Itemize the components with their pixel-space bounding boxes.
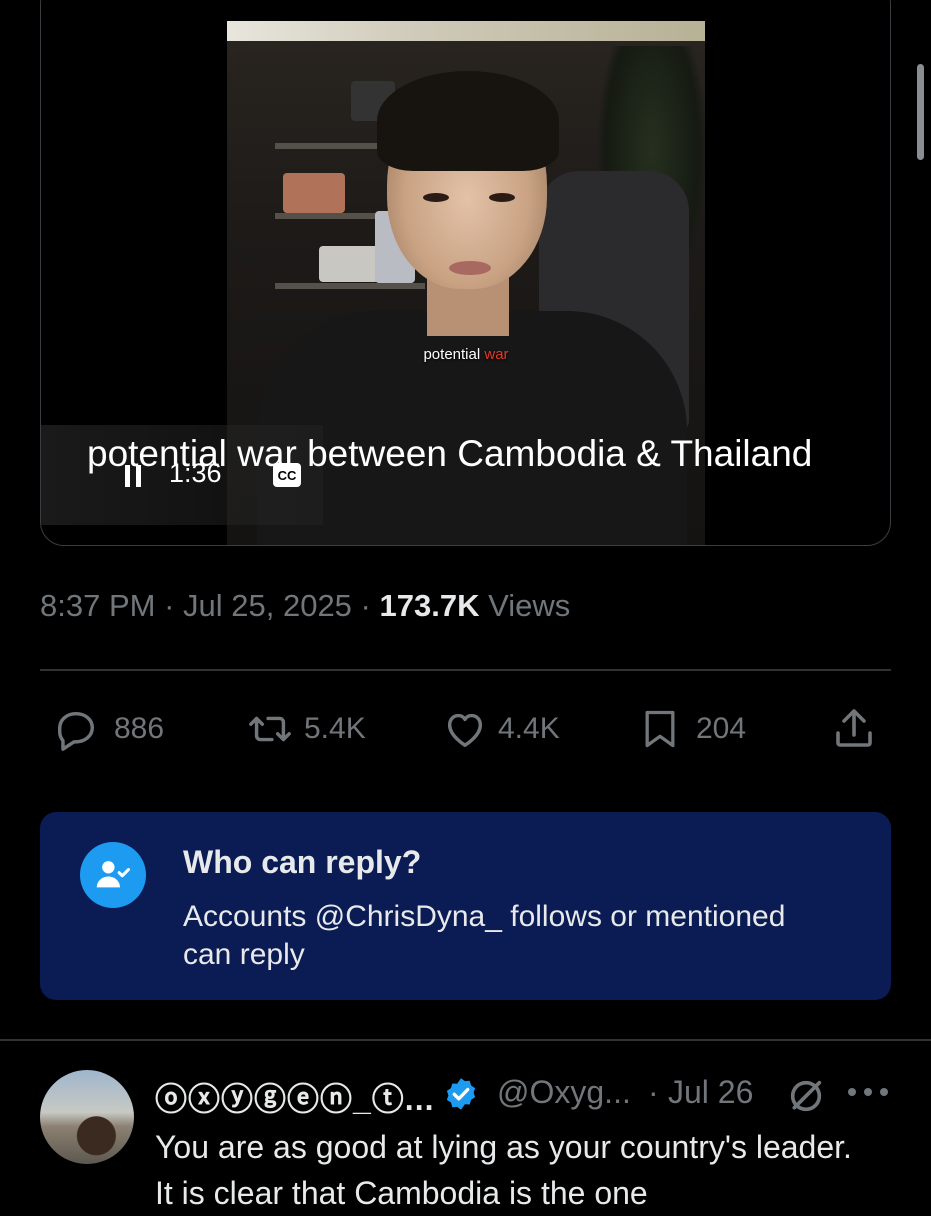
video-shelf-item [319,246,379,282]
bookmark-icon [645,710,675,748]
reply-button[interactable]: 886 [52,704,164,754]
video-subtitle-text: potential [423,346,481,363]
divider [0,1039,931,1041]
comment-text: You are as good at lying as your country… [155,1129,852,1211]
video-person-mouth [449,261,491,275]
who-can-reply-title: Who can reply? [183,844,422,880]
views-label: Views [479,588,571,623]
comment-handle[interactable]: @Oxyg... [497,1074,631,1111]
comment-display-name[interactable]: ⓞⓧⓨⓖⓔⓝ_ⓣ... [155,1074,434,1120]
meta-separator: · [351,588,380,623]
add-user-icon [80,842,146,908]
cc-icon[interactable]: CC [273,463,301,487]
share-button[interactable] [830,704,878,754]
like-icon [447,713,483,748]
meta-separator: · [155,588,184,623]
who-can-reply-text: Accounts @ChrisDyna_ follows or mentione… [183,900,786,971]
views-count[interactable]: 173.7K [380,588,480,623]
like-count: 4.4K [498,712,560,745]
video-shelf-item [283,173,345,213]
video-person-eye [489,193,515,202]
comment-separator: · [648,1074,659,1110]
repost-count: 5.4K [304,712,366,745]
media-card[interactable]: potential war potential war between Camb… [40,0,891,546]
repost-button[interactable]: 5.4K [244,704,366,754]
post-meta: 8:37 PM · Jul 25, 2025 · 173.7K Views [40,588,570,624]
comment-date[interactable]: Jul 26 [668,1074,753,1111]
avatar[interactable] [40,1070,134,1164]
video-shelf [275,283,425,289]
pause-icon[interactable] [125,465,145,487]
repost-icon [249,716,291,742]
video-person-hair [377,71,559,171]
no-sign-icon[interactable] [786,1076,826,1116]
video-subtitle: potential war [227,346,705,363]
video-time: 1:36 [169,458,222,488]
video-subtitle-highlight: war [484,346,509,363]
more-icon[interactable] [848,1088,888,1100]
who-can-reply-card: Who can reply? Accounts @ChrisDyna_ foll… [40,812,891,1000]
scrollbar[interactable] [917,64,924,160]
verified-icon [446,1078,476,1110]
bookmark-button[interactable]: 204 [638,704,746,754]
post-time: 8:37 PM [40,588,156,623]
bookmark-count: 204 [696,712,747,745]
video-person-eye [423,193,449,202]
share-icon [836,709,872,747]
video-frame-top [227,21,705,41]
reply-icon [57,711,95,751]
post-date: Jul 25, 2025 [183,588,352,623]
reply-count: 886 [114,712,165,745]
divider [40,669,891,671]
like-button[interactable]: 4.4K [440,704,560,754]
